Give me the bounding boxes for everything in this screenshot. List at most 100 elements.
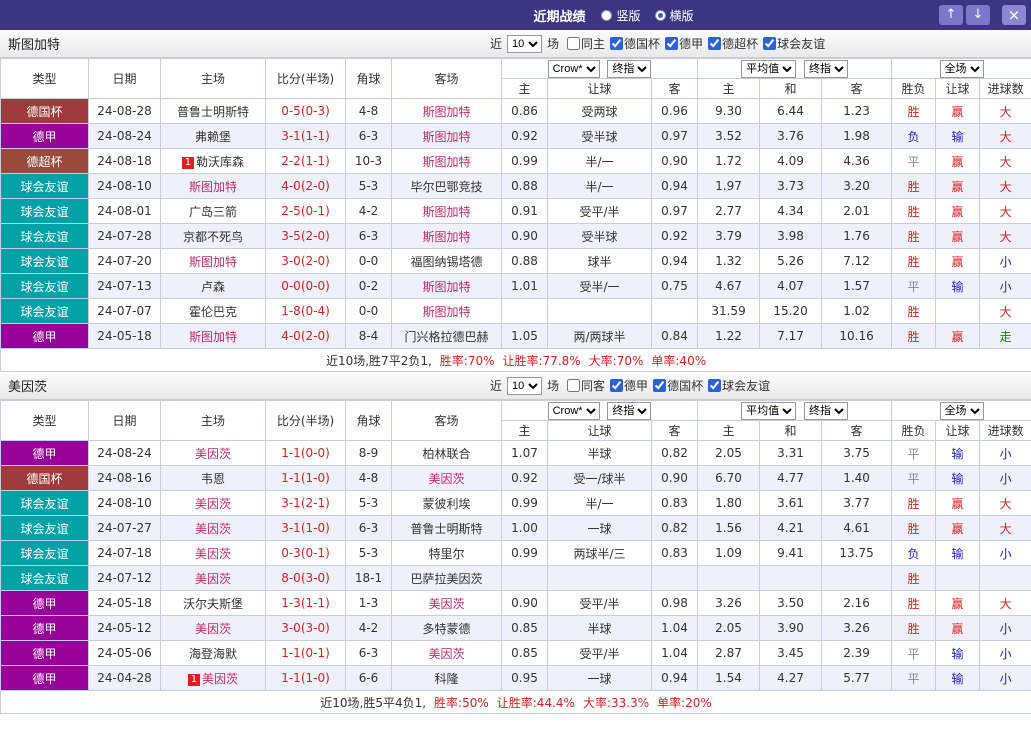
match-score[interactable]: 2-2(1-1) <box>266 149 346 174</box>
scroll-up-button[interactable]: ↑ <box>939 5 963 25</box>
same-venue-checkbox[interactable] <box>567 37 580 50</box>
league-checkbox[interactable] <box>610 37 623 50</box>
league-filter[interactable]: 球会友谊 <box>763 35 825 52</box>
away-team[interactable]: 科隆 <box>392 666 502 691</box>
match-score[interactable]: 2-5(0-1) <box>266 199 346 224</box>
away-team[interactable]: 斯图加特 <box>392 299 502 324</box>
league-filter[interactable]: 德国杯 <box>610 35 660 52</box>
match-score[interactable]: 1-1(1-0) <box>266 666 346 691</box>
asian-odds-company-select[interactable]: Crow* <box>548 402 600 420</box>
away-team[interactable]: 斯图加特 <box>392 199 502 224</box>
same-venue-filter[interactable]: 同主 <box>567 35 605 52</box>
vertical-layout-radio[interactable]: 竖版 <box>601 7 640 24</box>
league-filter[interactable]: 德甲 <box>610 377 648 394</box>
match-score[interactable]: 3-1(2-1) <box>266 491 346 516</box>
scroll-down-button[interactable]: ↓ <box>966 5 990 25</box>
euro-odds-company-select[interactable]: 平均值 <box>741 60 796 78</box>
home-team[interactable]: 1美因茨 <box>161 666 266 691</box>
match-score[interactable]: 3-0(2-0) <box>266 249 346 274</box>
match-score[interactable]: 8-0(3-0) <box>266 566 346 591</box>
away-team[interactable]: 美因茨 <box>392 466 502 491</box>
close-button[interactable]: × <box>1002 5 1026 25</box>
match-count-select[interactable]: 10 <box>507 35 542 53</box>
same-venue-checkbox[interactable] <box>567 379 580 392</box>
league-filter[interactable]: 德甲 <box>665 35 703 52</box>
home-team[interactable]: 沃尔夫斯堡 <box>161 591 266 616</box>
home-team[interactable]: 斯图加特 <box>161 324 266 349</box>
away-team[interactable]: 斯图加特 <box>392 274 502 299</box>
home-team[interactable]: 美因茨 <box>161 491 266 516</box>
home-team[interactable]: 韦恩 <box>161 466 266 491</box>
league-filter[interactable]: 德超杯 <box>708 35 758 52</box>
home-team[interactable]: 美因茨 <box>161 566 266 591</box>
away-team[interactable]: 斯图加特 <box>392 224 502 249</box>
asian-odds-company-select[interactable]: Crow* <box>548 60 600 78</box>
away-team[interactable]: 斯图加特 <box>392 149 502 174</box>
league-checkbox[interactable] <box>763 37 776 50</box>
home-team[interactable]: 霍伦巴克 <box>161 299 266 324</box>
league-checkbox[interactable] <box>610 379 623 392</box>
match-score[interactable]: 1-3(1-1) <box>266 591 346 616</box>
away-team[interactable]: 特里尔 <box>392 541 502 566</box>
match-score[interactable]: 4-0(2-0) <box>266 324 346 349</box>
euro-draw-odds: 4.27 <box>760 666 822 691</box>
match-scope-select[interactable]: 全场 <box>940 402 984 420</box>
match-score[interactable]: 3-1(1-0) <box>266 516 346 541</box>
match-score[interactable]: 3-1(1-1) <box>266 124 346 149</box>
home-team[interactable]: 美因茨 <box>161 616 266 641</box>
league-checkbox[interactable] <box>665 37 678 50</box>
home-team[interactable]: 1勒沃库森 <box>161 149 266 174</box>
match-count-select[interactable]: 10 <box>507 377 542 395</box>
home-team[interactable]: 卢森 <box>161 274 266 299</box>
away-team[interactable]: 蒙彼利埃 <box>392 491 502 516</box>
league-filter[interactable]: 球会友谊 <box>708 377 770 394</box>
match-result: 胜 <box>892 199 936 224</box>
euro-odds-stage-select[interactable]: 终指 <box>804 402 848 420</box>
match-score[interactable]: 1-1(0-1) <box>266 641 346 666</box>
league-checkbox[interactable] <box>708 379 721 392</box>
away-team[interactable]: 多特蒙德 <box>392 616 502 641</box>
home-team[interactable]: 美因茨 <box>161 541 266 566</box>
away-team[interactable]: 毕尔巴鄂竞技 <box>392 174 502 199</box>
summary-row: 近10场,胜7平2负1,胜率:70%让胜率:77.8%大率:70%单率:40% <box>1 349 1031 372</box>
horizontal-layout-radio[interactable]: 横版 <box>655 7 694 24</box>
away-team[interactable]: 美因茨 <box>392 641 502 666</box>
away-team[interactable]: 门兴格拉德巴赫 <box>392 324 502 349</box>
match-score[interactable]: 0-0(0-0) <box>266 274 346 299</box>
home-team[interactable]: 广岛三箭 <box>161 199 266 224</box>
same-venue-filter[interactable]: 同客 <box>567 377 605 394</box>
match-scope-select[interactable]: 全场 <box>940 60 984 78</box>
euro-away-odds: 2.01 <box>822 199 892 224</box>
match-score[interactable]: 0-3(0-1) <box>266 541 346 566</box>
match-score[interactable]: 3-0(3-0) <box>266 616 346 641</box>
away-team[interactable]: 美因茨 <box>392 591 502 616</box>
home-team[interactable]: 弗赖堡 <box>161 124 266 149</box>
euro-odds-company-select[interactable]: 平均值 <box>741 402 796 420</box>
euro-odds-stage-select[interactable]: 终指 <box>804 60 848 78</box>
home-team[interactable]: 斯图加特 <box>161 249 266 274</box>
away-team[interactable]: 斯图加特 <box>392 124 502 149</box>
home-team[interactable]: 京都不死鸟 <box>161 224 266 249</box>
away-team[interactable]: 普鲁士明斯特 <box>392 516 502 541</box>
away-team[interactable]: 巴萨拉美因茨 <box>392 566 502 591</box>
match-score[interactable]: 1-1(1-0) <box>266 466 346 491</box>
away-team[interactable]: 斯图加特 <box>392 99 502 124</box>
asian-odds-stage-select[interactable]: 终指 <box>607 402 651 420</box>
home-team[interactable]: 美因茨 <box>161 516 266 541</box>
home-team[interactable]: 斯图加特 <box>161 174 266 199</box>
euro-away-odds: 4.61 <box>822 516 892 541</box>
away-team[interactable]: 福图纳锡塔德 <box>392 249 502 274</box>
match-score[interactable]: 1-1(0-0) <box>266 441 346 466</box>
asian-odds-stage-select[interactable]: 终指 <box>607 60 651 78</box>
home-team[interactable]: 美因茨 <box>161 441 266 466</box>
match-score[interactable]: 3-5(2-0) <box>266 224 346 249</box>
league-checkbox[interactable] <box>653 379 666 392</box>
league-checkbox[interactable] <box>708 37 721 50</box>
home-team[interactable]: 海登海默 <box>161 641 266 666</box>
league-filter[interactable]: 德国杯 <box>653 377 703 394</box>
match-score[interactable]: 0-5(0-3) <box>266 99 346 124</box>
match-score[interactable]: 4-0(2-0) <box>266 174 346 199</box>
away-team[interactable]: 柏林联合 <box>392 441 502 466</box>
home-team[interactable]: 普鲁士明斯特 <box>161 99 266 124</box>
match-score[interactable]: 1-8(0-4) <box>266 299 346 324</box>
